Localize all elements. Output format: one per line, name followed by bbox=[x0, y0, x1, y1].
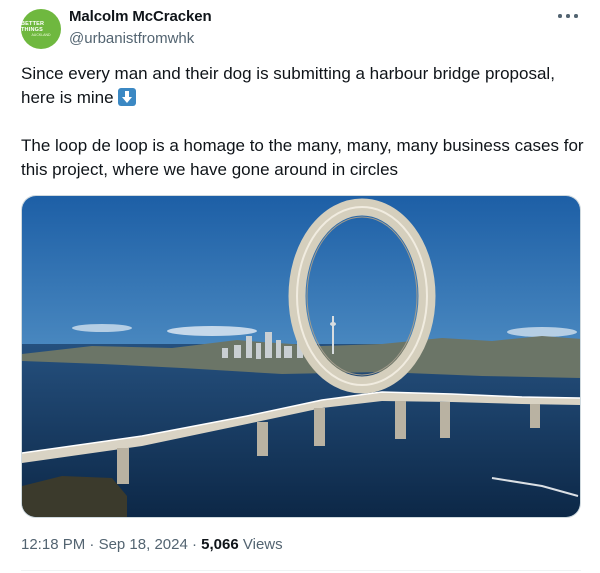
tweet-paragraph-2: The loop de loop is a homage to the many… bbox=[21, 136, 584, 179]
avatar-subtext: AUCKLAND bbox=[31, 32, 51, 37]
tweet-date[interactable]: Sep 18, 2024 bbox=[99, 536, 188, 553]
bridge-loop-photo bbox=[22, 196, 580, 517]
meta-separator-2: · bbox=[191, 536, 197, 553]
down-arrow-emoji-icon bbox=[117, 88, 136, 106]
avatar[interactable]: BETTER THINGS AUCKLAND bbox=[21, 9, 61, 49]
meta-separator: · bbox=[89, 536, 95, 553]
more-options-icon[interactable] bbox=[556, 9, 580, 23]
views-label: Views bbox=[242, 536, 283, 553]
views-count: 5,066 bbox=[201, 536, 239, 553]
tweet-paragraph-1: Since every man and their dog is submitt… bbox=[21, 62, 586, 110]
divider bbox=[21, 570, 581, 571]
tweet-time[interactable]: 12:18 PM bbox=[21, 536, 85, 553]
avatar-text: BETTER THINGS bbox=[21, 20, 45, 33]
tweet-image[interactable] bbox=[21, 195, 581, 518]
author-name[interactable]: Malcolm McCracken bbox=[69, 8, 212, 25]
tweet-text: Since every man and their dog is submitt… bbox=[21, 62, 586, 182]
author-handle[interactable]: @urbanistfromwhk bbox=[69, 30, 194, 47]
tweet-line-1: Since every man and their dog is submitt… bbox=[21, 64, 555, 107]
tweet-meta: 12:18 PM · Sep 18, 2024 · 5,066 Views bbox=[21, 536, 283, 553]
